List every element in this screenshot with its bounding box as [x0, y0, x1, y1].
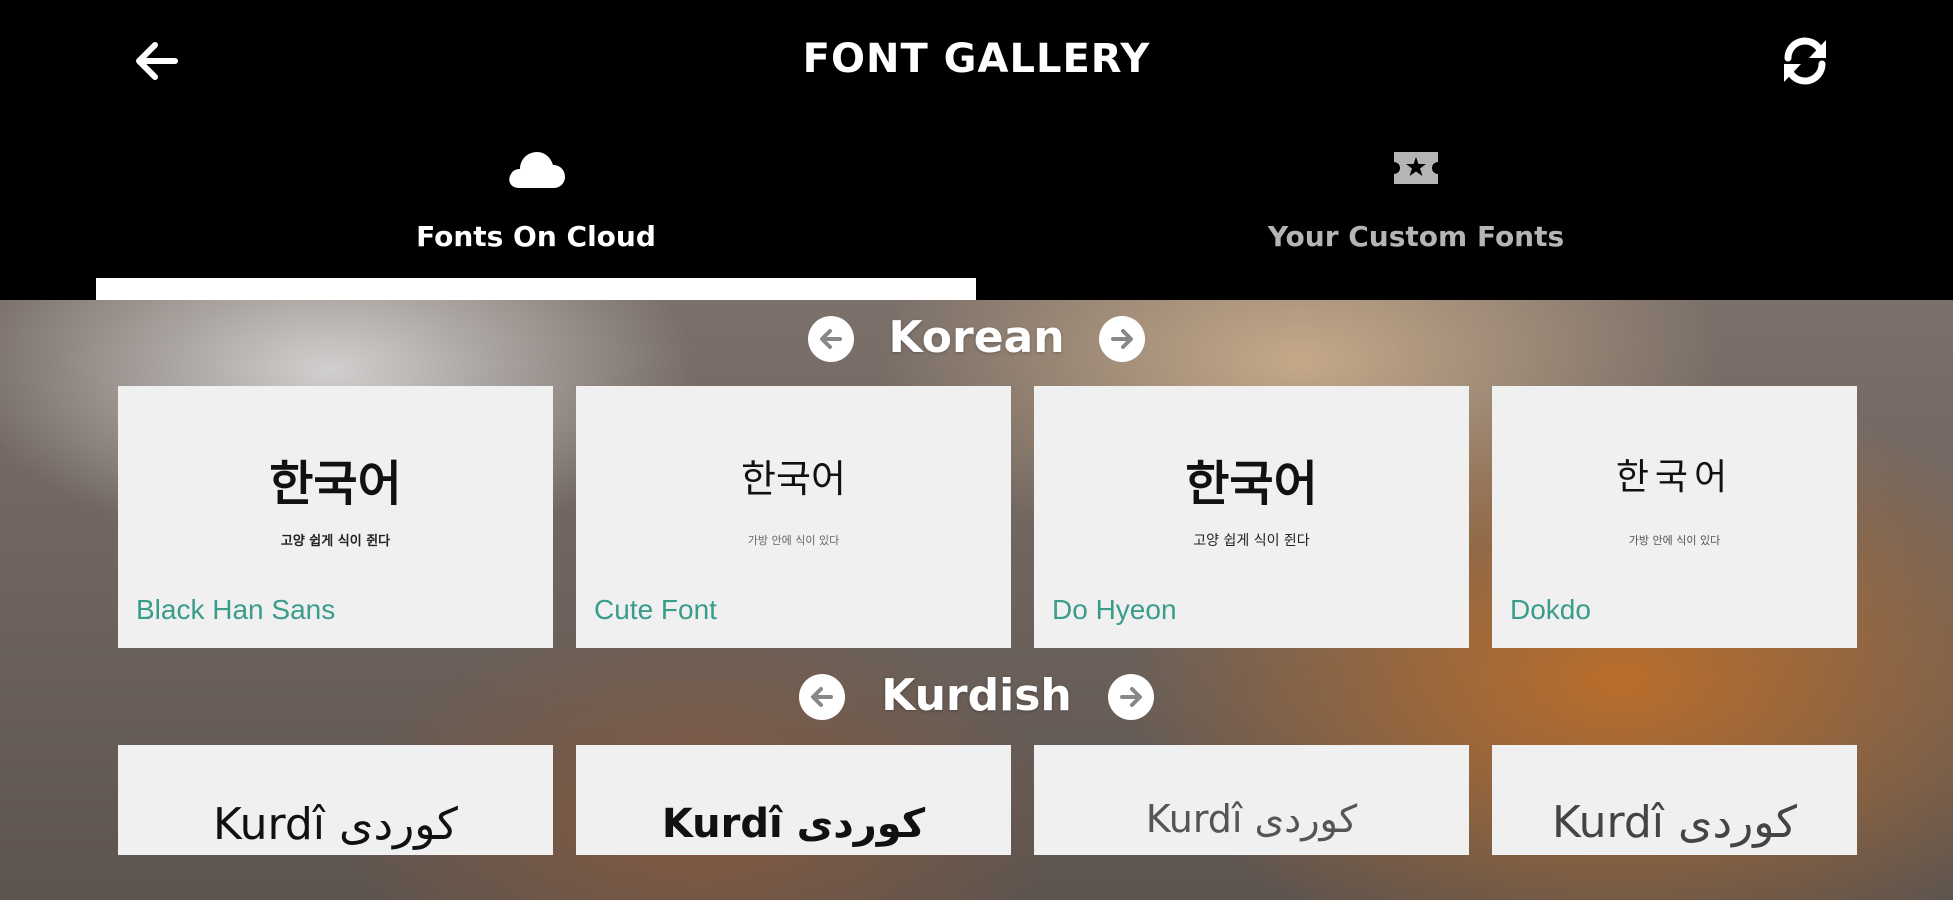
font-sample-subtext: 고양 쉽게 식이 쥔다	[280, 534, 391, 549]
tab-label: Your Custom Fonts	[1267, 220, 1565, 253]
font-sample: Kurdî کوردی	[213, 799, 458, 850]
tab-label: Fonts On Cloud	[416, 220, 656, 253]
font-sample: Kurdî کوردی	[661, 801, 926, 847]
next-section-button[interactable]	[1099, 316, 1145, 362]
tab-fonts-on-cloud[interactable]: Fonts On Cloud	[96, 138, 976, 278]
page-title: FONT GALLERY	[802, 36, 1151, 82]
section-header-kurdish: Kurdish	[0, 666, 1953, 726]
font-card-kurdish-1[interactable]: Kurdî کوردی	[118, 745, 553, 855]
refresh-icon	[1784, 37, 1826, 85]
font-sample-subtext: 가방 안에 식이 있다	[747, 534, 840, 547]
font-card-kurdish-3[interactable]: Kurdî کوردی	[1034, 745, 1469, 855]
font-card-dokdo[interactable]: 한국어 가방 안에 식이 있다 Dokdo	[1492, 386, 1857, 648]
font-sample-subtext: 고양 쉽게 식이 쥔다	[1193, 533, 1310, 549]
star-ticket-icon	[1394, 152, 1438, 184]
section-header-korean: Korean	[0, 308, 1953, 368]
font-name: Dokdo	[1510, 594, 1591, 625]
font-name: Black Han Sans	[136, 594, 336, 625]
arrow-right-icon	[1111, 329, 1133, 349]
font-sample: 한국어	[741, 457, 846, 501]
cloud-icon	[509, 152, 565, 188]
font-card-black-han-sans[interactable]: 한국어 고양 쉽게 식이 쥔다 Black Han Sans	[118, 386, 553, 648]
font-sample: 한국어	[1185, 456, 1318, 512]
font-card-cute-font[interactable]: 한국어 가방 안에 식이 있다 Cute Font	[576, 386, 1011, 648]
section-title: Kurdish	[881, 670, 1072, 721]
font-card-do-hyeon[interactable]: 한국어 고양 쉽게 식이 쥔다 Do Hyeon	[1034, 386, 1469, 648]
font-sample: 한국어	[269, 456, 402, 512]
font-sample: 한국어	[1615, 457, 1734, 498]
font-name: Cute Font	[594, 594, 717, 625]
font-sample-subtext: 가방 안에 식이 있다	[1628, 534, 1721, 547]
font-name: Do Hyeon	[1052, 594, 1177, 625]
font-sample: Kurdî کوردی	[1552, 797, 1797, 848]
refresh-button[interactable]	[1770, 26, 1840, 96]
section-title: Korean	[888, 312, 1065, 363]
font-card-kurdish-2[interactable]: Kurdî کوردی	[576, 745, 1011, 855]
top-app-bar: FONT GALLERY Fonts On Cloud Your Custom …	[0, 0, 1953, 300]
font-sample: Kurdî کوردی	[1145, 797, 1358, 841]
tab-your-custom-fonts[interactable]: Your Custom Fonts	[976, 138, 1856, 278]
next-section-button[interactable]	[1108, 674, 1154, 720]
active-tab-indicator	[96, 278, 976, 300]
arrow-right-icon	[1120, 687, 1142, 707]
font-card-kurdish-4[interactable]: Kurdî کوردی	[1492, 745, 1857, 855]
